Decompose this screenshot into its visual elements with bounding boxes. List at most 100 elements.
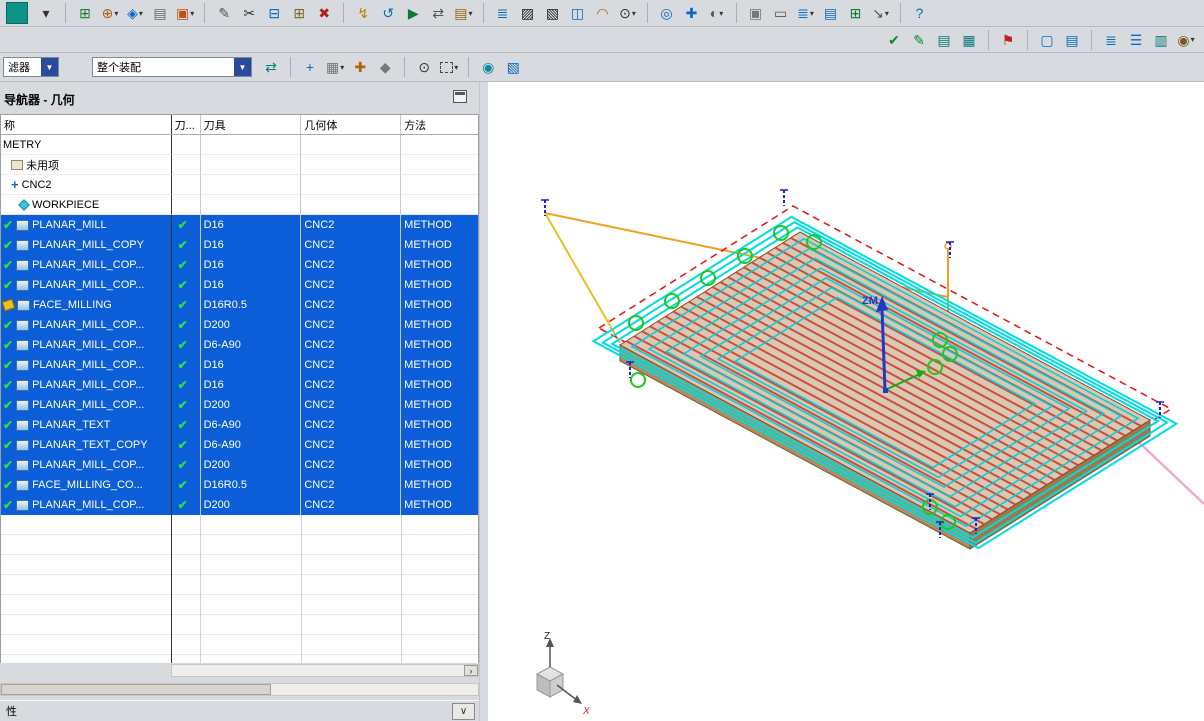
datum-plane-icon[interactable]: ◫ — [566, 2, 590, 24]
interpart-link-icon[interactable]: ⇄ — [259, 56, 283, 78]
show-hide-icon[interactable]: ◐ ▾ — [705, 2, 729, 24]
shaded-view-icon[interactable]: ◉ — [476, 56, 500, 78]
verify-toolpath-icon[interactable]: ▶ — [401, 2, 425, 24]
operation-row[interactable]: ✔ PLANAR_TEXT_COPY ✔ D6-A90 CNC2 METHOD — [1, 435, 478, 455]
operation-row[interactable]: ✔ PLANAR_TEXT ✔ D6-A90 CNC2 METHOD — [1, 415, 478, 435]
table-horizontal-scrollbar[interactable]: › — [171, 664, 479, 677]
operation-row[interactable]: ✔ PLANAR_MILL_COP... ✔ D16 CNC2 METHOD — [1, 255, 478, 275]
fit-view-icon[interactable]: ⊞ — [844, 2, 868, 24]
workpiece-layers-icon[interactable]: ▦ — [957, 29, 981, 51]
dropdown-caret-icon[interactable]: ▾ — [1191, 35, 1195, 44]
snap-intersection-icon[interactable]: ✚ — [348, 56, 372, 78]
verify-geometry-icon[interactable]: ✔ — [882, 29, 906, 51]
dropdown-caret-icon[interactable]: ▾ — [340, 63, 344, 72]
point-constructor-icon[interactable]: ⊙ ▾ — [616, 2, 640, 24]
dropdown-caret-icon[interactable]: ▾ — [810, 9, 814, 18]
spline-icon[interactable]: ◠ — [591, 2, 615, 24]
create-operation-icon[interactable]: ▣ ▾ — [173, 2, 197, 24]
measure-distance-icon[interactable]: ◎ — [655, 2, 679, 24]
operation-row[interactable]: ✔ PLANAR_MILL_COP... ✔ D200 CNC2 METHOD — [1, 495, 478, 515]
tree-group-row[interactable]: + CNC2 — [1, 175, 478, 195]
flag-icon[interactable]: ⚑ — [996, 29, 1020, 51]
dropdown-caret-icon[interactable]: ▾ — [632, 9, 636, 18]
expand-panel-button[interactable]: ∨ — [452, 703, 475, 720]
tree-group-row[interactable]: 未用项 — [1, 155, 478, 175]
list-window-icon[interactable]: ≣ — [491, 2, 515, 24]
edit-object-icon[interactable]: ✎ — [212, 2, 236, 24]
menu-caret-icon[interactable]: ▾ — [34, 2, 58, 24]
help-icon[interactable]: ? — [908, 2, 932, 24]
point-dialog-icon[interactable]: ⊙ — [412, 56, 436, 78]
delete-object-icon[interactable]: ✖ — [312, 2, 336, 24]
operation-row[interactable]: ✔ PLANAR_MILL ✔ D16 CNC2 METHOD — [1, 215, 478, 235]
dropdown-caret-icon[interactable]: ▾ — [468, 9, 472, 18]
generate-toolpath-icon[interactable]: ↯ — [351, 2, 375, 24]
assembly-layers-icon[interactable]: ▤ — [932, 29, 956, 51]
dropdown-caret-icon[interactable]: ▾ — [885, 9, 889, 18]
create-tool-icon[interactable]: ⊕ ▾ — [98, 2, 122, 24]
wireframe-view-icon[interactable]: ▧ — [501, 56, 525, 78]
app-icon[interactable] — [3, 2, 33, 24]
move-object-icon[interactable]: ✚ — [680, 2, 704, 24]
note-icon[interactable]: ▭ — [769, 2, 793, 24]
graphics-viewport[interactable]: ZM Z X — [488, 82, 1204, 721]
dropdown-caret-icon[interactable]: ▾ — [454, 63, 458, 72]
operation-row[interactable]: ✔ PLANAR_MILL_COP... ✔ D200 CNC2 METHOD — [1, 455, 478, 475]
toolpath-3d-view[interactable]: ZM Z X — [488, 82, 1204, 721]
column-header-geometry[interactable]: 几何体 — [301, 115, 402, 134]
navigator-horizontal-scrollbar[interactable] — [0, 683, 479, 696]
layer-stack-icon[interactable]: ≣ — [1099, 29, 1123, 51]
operation-row[interactable]: ✔ FACE_MILLING_CO... ✔ D16R0.5 CNC2 METHOD — [1, 475, 478, 495]
snap-arc-center-icon[interactable]: ◆ — [373, 56, 397, 78]
combo-dropdown-icon[interactable]: ▼ — [234, 58, 251, 76]
cut-object-icon[interactable]: ✂ — [237, 2, 261, 24]
selection-scope-combo[interactable]: 整个装配 ▼ — [92, 57, 252, 77]
restore-window-button[interactable] — [453, 90, 467, 103]
create-method-icon[interactable]: ▤ — [148, 2, 172, 24]
replay-toolpath-icon[interactable]: ↺ — [376, 2, 400, 24]
copy-object-icon[interactable]: ⊟ — [262, 2, 286, 24]
rectangle-selection-icon[interactable]: ▾ — [437, 56, 461, 78]
preferences-icon[interactable]: ◉ ▾ — [1174, 29, 1198, 51]
dropdown-caret-icon[interactable]: ▾ — [719, 9, 723, 18]
column-header-method[interactable]: 方法 — [401, 115, 478, 134]
new-window-icon[interactable]: ▣ — [744, 2, 768, 24]
document-page-icon[interactable]: ▤ — [1060, 29, 1084, 51]
view-list-icon[interactable]: ≣ ▾ — [794, 2, 818, 24]
display-window-icon[interactable]: ▢ — [1035, 29, 1059, 51]
export-icon[interactable]: ↘ ▾ — [869, 2, 893, 24]
column-header-toolpath[interactable]: 刀... — [172, 115, 201, 134]
combo-dropdown-icon[interactable]: ▼ — [41, 58, 58, 76]
tree-group-row[interactable]: METRY — [1, 135, 478, 155]
operation-row[interactable]: ✔ PLANAR_MILL_COPY ✔ D16 CNC2 METHOD — [1, 235, 478, 255]
snap-options-icon[interactable]: ▦ ▾ — [323, 56, 347, 78]
edit-verify-icon[interactable]: ✎ — [907, 29, 931, 51]
shop-documentation-icon[interactable]: ▤ ▾ — [451, 2, 475, 24]
operation-row[interactable]: ✔ PLANAR_MILL_COP... ✔ D16 CNC2 METHOD — [1, 355, 478, 375]
layer-visibility-icon[interactable]: ☰ — [1124, 29, 1148, 51]
operation-row[interactable]: ✔ PLANAR_MILL_COP... ✔ D16 CNC2 METHOD — [1, 375, 478, 395]
scroll-right-button[interactable]: › — [464, 665, 478, 676]
post-process-icon[interactable]: ⇄ — [426, 2, 450, 24]
dropdown-caret-icon[interactable]: ▾ — [139, 9, 143, 18]
layer-settings-icon[interactable]: ▤ — [819, 2, 843, 24]
tree-group-row[interactable]: WORKPIECE — [1, 195, 478, 215]
operation-row[interactable]: ✔ PLANAR_MILL_COP... ✔ D16 CNC2 METHOD — [1, 275, 478, 295]
scrollbar-thumb[interactable] — [1, 684, 271, 695]
column-header-tool[interactable]: 刀具 — [201, 115, 302, 134]
create-program-icon[interactable]: ⊞ — [73, 2, 97, 24]
dropdown-caret-icon[interactable]: ▾ — [190, 9, 194, 18]
section-view-yz-icon[interactable]: ▧ — [541, 2, 565, 24]
operation-row[interactable]: ✔ PLANAR_MILL_COP... ✔ D200 CNC2 METHOD — [1, 315, 478, 335]
view-dependency-icon[interactable]: ▥ — [1149, 29, 1173, 51]
operation-row[interactable]: ✔ PLANAR_MILL_COP... ✔ D6-A90 CNC2 METHOD — [1, 335, 478, 355]
paste-object-icon[interactable]: ⊞ — [287, 2, 311, 24]
section-view-xy-icon[interactable]: ▨ — [516, 2, 540, 24]
snap-point-icon[interactable]: + — [298, 56, 322, 78]
create-geometry-icon[interactable]: ◈ ▾ — [123, 2, 147, 24]
selection-filter-combo[interactable]: 滤器 ▼ — [3, 57, 59, 77]
dropdown-caret-icon[interactable]: ▾ — [114, 9, 118, 18]
operation-row[interactable]: ✔ PLANAR_MILL_COP... ✔ D200 CNC2 METHOD — [1, 395, 478, 415]
operation-row[interactable]: FACE_MILLING ✔ D16R0.5 CNC2 METHOD — [1, 295, 478, 315]
column-header-name[interactable]: 称 — [1, 115, 172, 134]
